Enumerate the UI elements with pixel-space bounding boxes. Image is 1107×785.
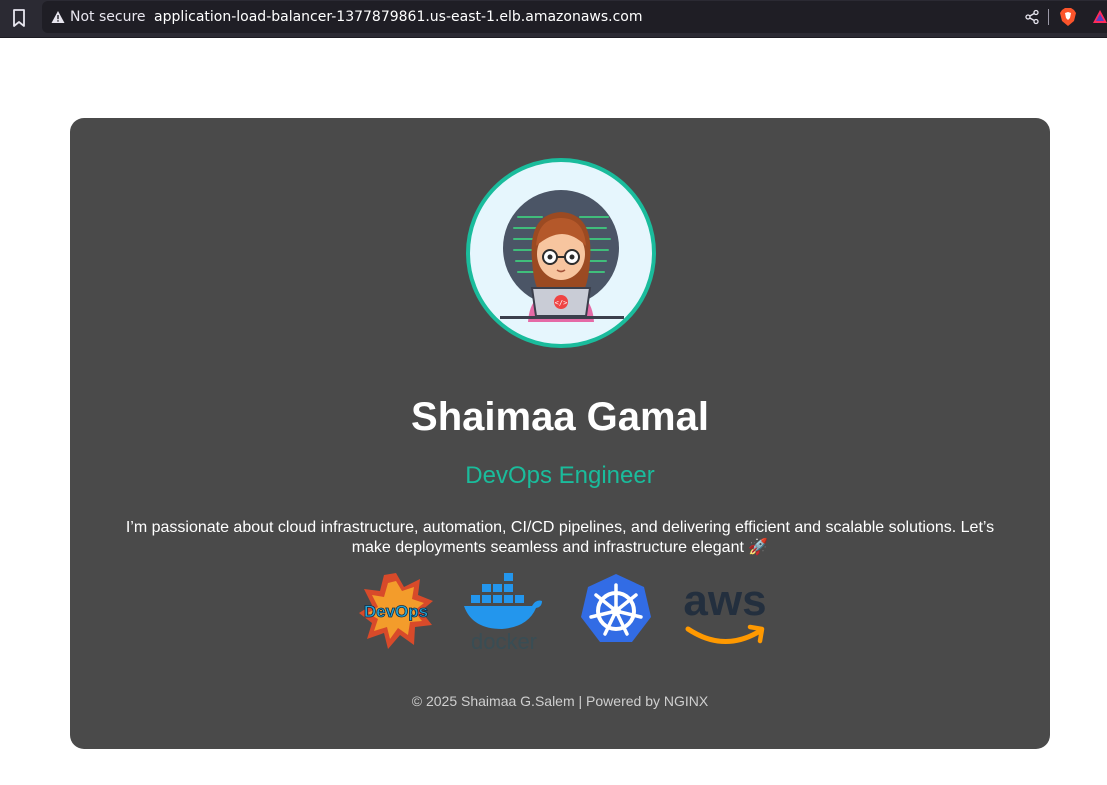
tech-logos: DevOps docker aws: [70, 571, 1050, 655]
aws-logo: aws: [683, 576, 767, 644]
aws-logo-text: aws: [683, 576, 766, 625]
devops-logo-text: DevOps: [364, 602, 428, 621]
url-text[interactable]: application-load-balancer-1377879861.us-…: [154, 9, 643, 25]
rewards-icon[interactable]: [1092, 9, 1107, 25]
kubernetes-logo: [581, 574, 651, 642]
profile-name: Shaimaa Gamal: [411, 395, 709, 439]
profile-card: </> Shaimaa Gamal DevOps Engineer I’m pa…: [70, 118, 1050, 749]
security-status-label[interactable]: Not secure: [70, 9, 146, 25]
toolbar-divider: [1048, 9, 1049, 25]
browser-toolbar: Not secure application-load-balancer-137…: [0, 0, 1107, 38]
svg-text:</>: </>: [555, 299, 568, 307]
brave-shields-icon[interactable]: [1059, 7, 1077, 27]
footer-text: © 2025 Shaimaa G.Salem | Powered by NGIN…: [411, 693, 709, 709]
bookmark-icon[interactable]: [10, 8, 28, 28]
docker-logo-text: docker: [471, 629, 537, 653]
docker-logo: docker: [464, 573, 542, 653]
profile-bio: I’m passionate about cloud infrastructur…: [125, 519, 995, 556]
avatar-illustration: </>: [500, 190, 624, 322]
devops-logo: DevOps: [359, 573, 433, 649]
share-icon[interactable]: [1024, 9, 1040, 25]
profile-role: DevOps Engineer: [465, 462, 655, 489]
address-bar[interactable]: Not secure application-load-balancer-137…: [42, 1, 1107, 33]
warning-icon[interactable]: [51, 10, 65, 24]
avatar: </>: [466, 158, 656, 348]
